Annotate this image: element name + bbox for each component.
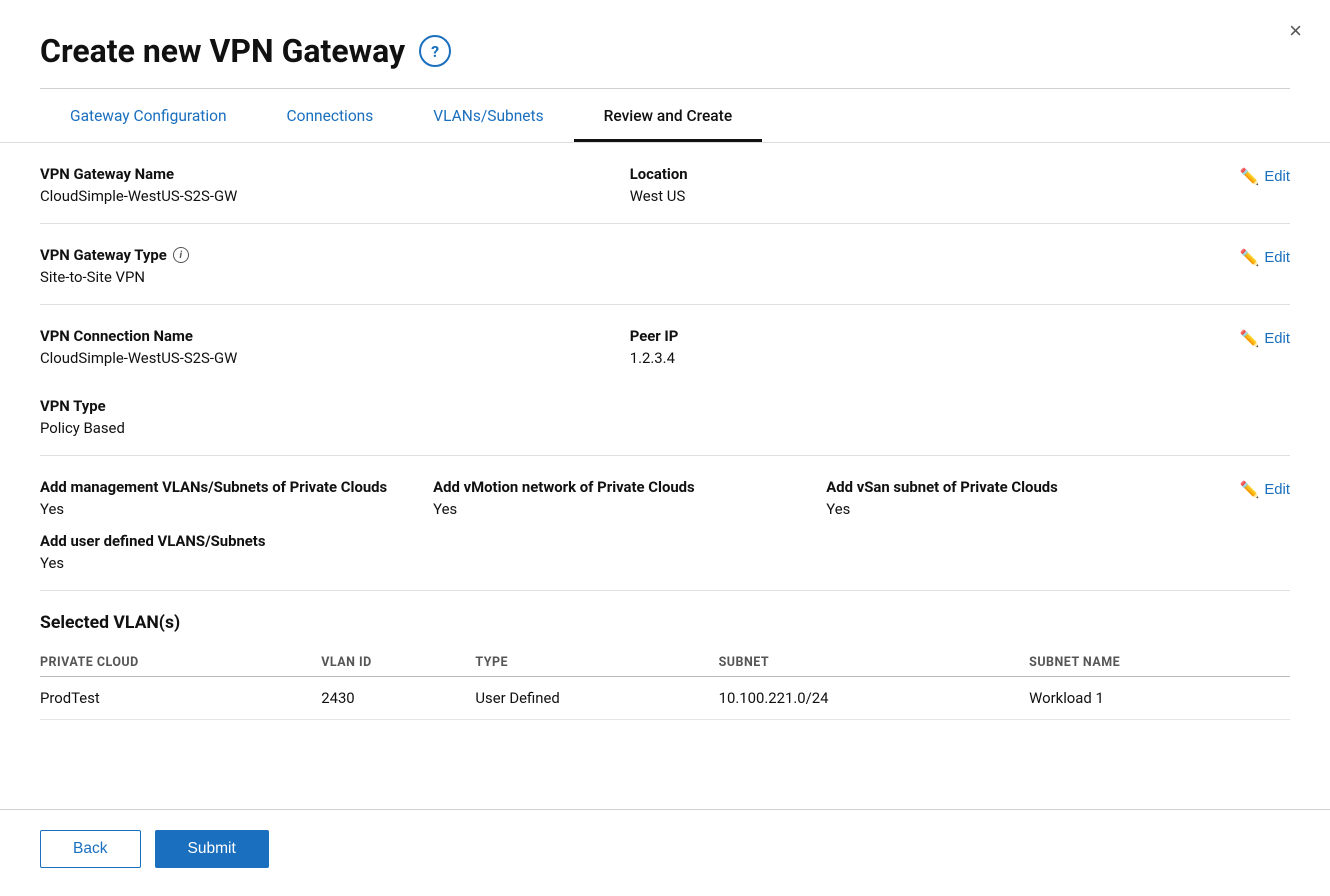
tab-review-and-create[interactable]: Review and Create — [574, 89, 763, 142]
add-vsan-value: Yes — [826, 500, 1219, 518]
location-label: Location — [630, 165, 1220, 183]
field-add-vsan: Add vSan subnet of Private Clouds Yes — [826, 478, 1219, 518]
vpn-type-label: VPN Type — [40, 397, 1219, 415]
edit-gateway-type-button[interactable]: ✏️ Edit — [1219, 248, 1290, 268]
modal-content: Gateway Configuration Connections VLANs/… — [0, 89, 1330, 809]
location-value: West US — [630, 187, 1220, 205]
section-gateway-type: VPN Gateway Type i Site-to-Site VPN ✏️ E… — [40, 224, 1290, 305]
col-type: TYPE — [475, 649, 718, 677]
col-private-cloud: PRIVATE CLOUD — [40, 649, 321, 677]
edit-vlans-button[interactable]: ✏️ Edit — [1219, 480, 1290, 500]
edit-gateway-name-button[interactable]: ✏️ Edit — [1219, 167, 1290, 187]
add-vsan-label: Add vSan subnet of Private Clouds — [826, 478, 1219, 496]
cell-type: User Defined — [475, 677, 718, 720]
modal-footer: Back Submit — [0, 809, 1330, 896]
vlans-table: PRIVATE CLOUD VLAN ID TYPE SUBNET SUBNET… — [40, 649, 1290, 720]
back-button[interactable]: Back — [40, 830, 141, 868]
field-vpn-gateway-type: VPN Gateway Type i Site-to-Site VPN — [40, 246, 1219, 286]
cell-subnet: 10.100.221.0/24 — [719, 677, 1030, 720]
bottom-spacer — [40, 720, 1290, 750]
vpn-gateway-name-label: VPN Gateway Name — [40, 165, 630, 183]
selected-vlans-section: Selected VLAN(s) PRIVATE CLOUD VLAN ID T… — [40, 591, 1290, 720]
col-subnet-name: SUBNET NAME — [1029, 649, 1290, 677]
vpn-type-value: Policy Based — [40, 419, 1219, 437]
modal-title: Create new VPN Gateway — [40, 32, 405, 70]
modal-scroll-area[interactable]: VPN Gateway Name CloudSimple-WestUS-S2S-… — [0, 143, 1330, 809]
section-vlans-toggles: Add management VLANs/Subnets of Private … — [40, 456, 1290, 591]
modal-body-wrapper: VPN Gateway Name CloudSimple-WestUS-S2S-… — [0, 143, 1330, 809]
info-icon[interactable]: i — [173, 247, 189, 263]
tab-gateway-configuration[interactable]: Gateway Configuration — [40, 89, 257, 142]
vlans-table-header: PRIVATE CLOUD VLAN ID TYPE SUBNET SUBNET… — [40, 649, 1290, 677]
section-connection-content: VPN Connection Name CloudSimple-WestUS-S… — [40, 327, 1219, 437]
field-add-mgmt-vlans: Add management VLANs/Subnets of Private … — [40, 478, 433, 518]
add-user-defined-value: Yes — [40, 554, 1219, 572]
add-mgmt-vlans-value: Yes — [40, 500, 433, 518]
selected-vlans-title: Selected VLAN(s) — [40, 613, 1290, 633]
help-icon[interactable]: ? — [419, 35, 451, 67]
cell-subnet-name: Workload 1 — [1029, 677, 1290, 720]
table-row: ProdTest 2430 User Defined 10.100.221.0/… — [40, 677, 1290, 720]
field-peer-ip: Peer IP 1.2.3.4 — [630, 327, 1220, 367]
peer-ip-label: Peer IP — [630, 327, 1220, 345]
add-user-defined-label: Add user defined VLANS/Subnets — [40, 532, 1219, 550]
col-vlan-id: VLAN ID — [321, 649, 475, 677]
close-button[interactable]: × — [1289, 18, 1302, 44]
modal: × Create new VPN Gateway ? Gateway Confi… — [0, 0, 1330, 896]
cell-vlan-id: 2430 — [321, 677, 475, 720]
cell-private-cloud: ProdTest — [40, 677, 321, 720]
field-add-user-defined: Add user defined VLANS/Subnets Yes — [40, 532, 1219, 572]
vpn-gateway-type-value: Site-to-Site VPN — [40, 268, 1219, 286]
section-vlans-toggles-content: Add management VLANs/Subnets of Private … — [40, 478, 1219, 572]
vpn-gateway-type-label: VPN Gateway Type i — [40, 246, 1219, 264]
field-location: Location West US — [630, 165, 1220, 205]
field-vpn-gateway-name: VPN Gateway Name CloudSimple-WestUS-S2S-… — [40, 165, 630, 205]
add-vmotion-label: Add vMotion network of Private Clouds — [433, 478, 826, 496]
tab-bar: Gateway Configuration Connections VLANs/… — [0, 89, 1330, 143]
tab-connections[interactable]: Connections — [257, 89, 404, 142]
peer-ip-value: 1.2.3.4 — [630, 349, 1220, 367]
modal-header: Create new VPN Gateway ? — [0, 0, 1330, 70]
col-subnet: SUBNET — [719, 649, 1030, 677]
field-add-vmotion: Add vMotion network of Private Clouds Ye… — [433, 478, 826, 518]
edit-pencil-icon-4: ✏️ — [1239, 480, 1259, 500]
submit-button[interactable]: Submit — [155, 830, 269, 868]
add-vmotion-value: Yes — [433, 500, 826, 518]
section-gateway-name: VPN Gateway Name CloudSimple-WestUS-S2S-… — [40, 143, 1290, 224]
vpn-connection-name-label: VPN Connection Name — [40, 327, 630, 345]
add-mgmt-vlans-label: Add management VLANs/Subnets of Private … — [40, 478, 433, 496]
section-connection: VPN Connection Name CloudSimple-WestUS-S… — [40, 305, 1290, 456]
tab-vlans-subnets[interactable]: VLANs/Subnets — [403, 89, 573, 142]
edit-pencil-icon-2: ✏️ — [1239, 248, 1259, 268]
edit-pencil-icon-3: ✏️ — [1239, 329, 1259, 349]
vpn-connection-name-value: CloudSimple-WestUS-S2S-GW — [40, 349, 630, 367]
vlans-table-body: ProdTest 2430 User Defined 10.100.221.0/… — [40, 677, 1290, 720]
vpn-gateway-name-value: CloudSimple-WestUS-S2S-GW — [40, 187, 630, 205]
field-vpn-type: VPN Type Policy Based — [40, 397, 1219, 437]
section-gateway-type-content: VPN Gateway Type i Site-to-Site VPN — [40, 246, 1219, 286]
edit-connection-button[interactable]: ✏️ Edit — [1219, 329, 1290, 349]
vlans-table-header-row: PRIVATE CLOUD VLAN ID TYPE SUBNET SUBNET… — [40, 649, 1290, 677]
edit-pencil-icon: ✏️ — [1239, 167, 1259, 187]
section-gateway-name-content: VPN Gateway Name CloudSimple-WestUS-S2S-… — [40, 165, 1219, 205]
field-vpn-connection-name: VPN Connection Name CloudSimple-WestUS-S… — [40, 327, 630, 367]
